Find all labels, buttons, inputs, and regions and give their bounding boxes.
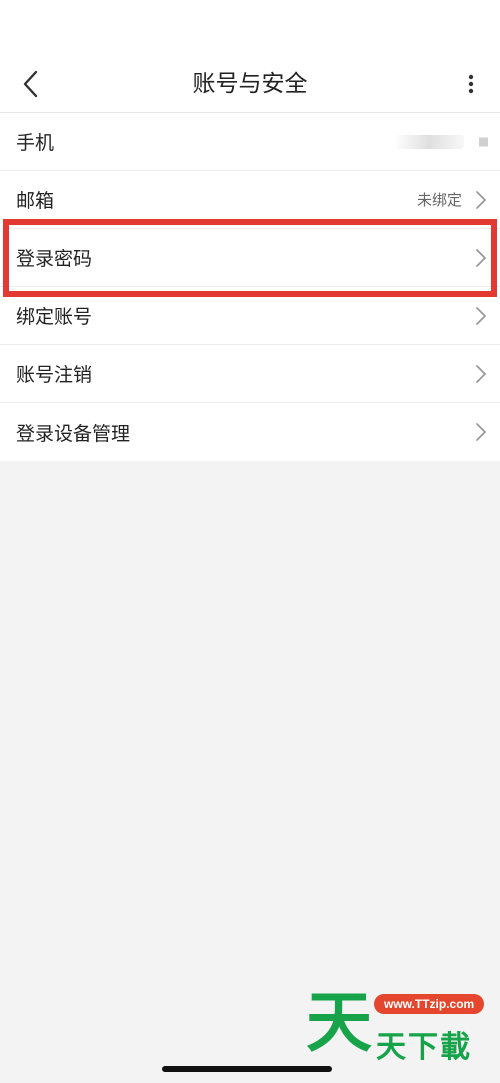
row-label-login-password: 登录密码 [16,248,93,270]
more-options-button[interactable] [456,64,486,104]
watermark-text: 天下載 [376,1030,472,1065]
row-email[interactable]: 邮箱 未绑定 [0,171,500,229]
chevron-right-icon [476,423,486,441]
chevron-right-icon [476,248,486,267]
chevron-right-icon [476,306,486,325]
page-title: 账号与安全 [192,71,308,97]
watermark-url: www.TTzip.com [374,994,485,1014]
more-vertical-icon [468,74,474,94]
row-label-phone: 手机 [16,132,55,154]
row-label-bind-account: 绑定账号 [16,306,93,328]
settings-list: 手机 邮箱 未绑定 登录密码 绑定账号 账号注销 登录设备管理 [0,113,500,461]
row-bind-account[interactable]: 绑定账号 [0,287,500,345]
row-device-management[interactable]: 登录设备管理 [0,403,500,461]
back-button[interactable] [10,62,50,106]
nav-bar: 账号与安全 [0,0,500,113]
home-indicator[interactable] [162,1066,332,1072]
chevron-right-icon [476,190,486,209]
row-label-email: 邮箱 [16,190,55,212]
phone-number-masked [394,134,464,149]
chevron-right-icon [476,364,486,383]
watermark-logo: 天 www.TTzip.com 天下載 [306,984,496,1065]
phone-indicator-icon [479,137,488,146]
row-phone[interactable]: 手机 [0,113,500,171]
email-status: 未绑定 [416,191,462,209]
row-label-account-cancel: 账号注销 [16,364,93,386]
account-security-screen: 账号与安全 手机 邮箱 未绑定 登录密码 绑定账号 账号注销 登录设备管理 天 … [0,0,500,1083]
chevron-left-icon [23,70,38,98]
watermark-big-char: 天 [306,984,372,1061]
row-account-cancel[interactable]: 账号注销 [0,345,500,403]
row-label-device-management: 登录设备管理 [16,422,131,445]
row-login-password[interactable]: 登录密码 [0,229,500,287]
